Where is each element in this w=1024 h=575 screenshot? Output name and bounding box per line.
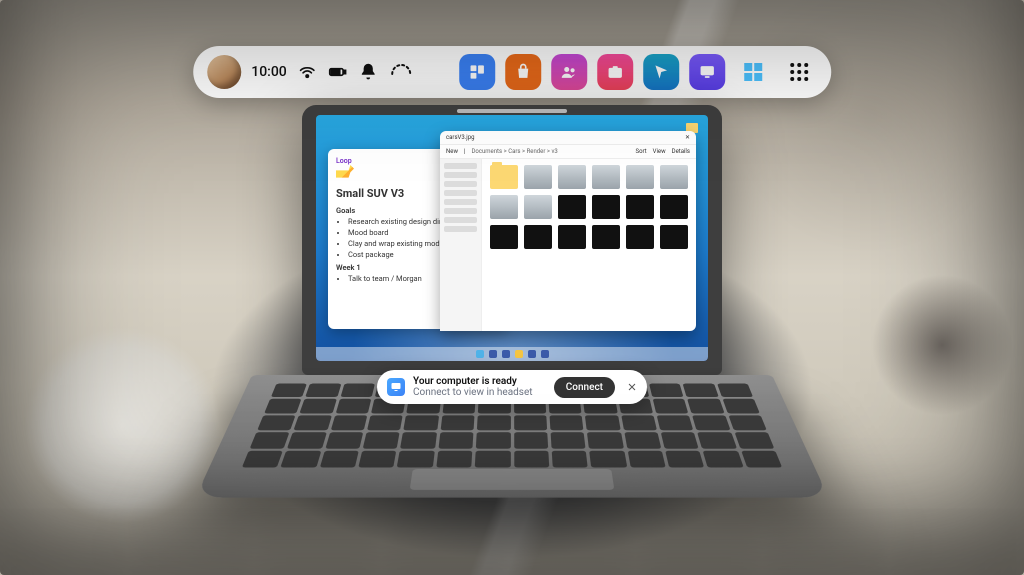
clock[interactable]: 10:00: [251, 64, 287, 80]
app-library[interactable]: [781, 54, 817, 90]
image-thumb[interactable]: [558, 195, 586, 219]
laptop-screen: Loop Small SUV V3 Goals Research existin…: [316, 115, 708, 361]
connect-notification: Your computer is ready Connect to view i…: [377, 370, 647, 404]
toolbar-new[interactable]: New: [446, 148, 458, 155]
monitor-icon: [387, 378, 405, 396]
explorer-nav[interactable]: [440, 159, 482, 331]
laptop-trackpad: [410, 469, 615, 490]
app-cast[interactable]: [689, 54, 725, 90]
image-thumb[interactable]: [660, 225, 688, 249]
toolbar-sort[interactable]: Sort: [636, 148, 647, 155]
image-thumb[interactable]: [524, 225, 552, 249]
image-thumb[interactable]: [592, 225, 620, 249]
window-close-icon[interactable]: ✕: [685, 134, 690, 141]
file-explorer-window[interactable]: carsV3.jpg ✕ New | Documents > Cars > Re…: [440, 131, 696, 331]
boundary-icon[interactable]: [389, 60, 413, 84]
pencil-icon: [336, 165, 354, 183]
app-store[interactable]: [505, 54, 541, 90]
thumbnail-grid: [482, 159, 696, 331]
notification-title: Your computer is ready: [413, 376, 546, 387]
image-thumb[interactable]: [592, 195, 620, 219]
image-thumb[interactable]: [626, 225, 654, 249]
user-avatar[interactable]: [207, 55, 241, 89]
image-thumb[interactable]: [558, 165, 586, 189]
image-thumb[interactable]: [524, 195, 552, 219]
explorer-tab[interactable]: carsV3.jpg: [446, 134, 474, 141]
toolbar-view[interactable]: View: [653, 148, 666, 155]
app-camera[interactable]: [597, 54, 633, 90]
close-icon[interactable]: [623, 378, 641, 396]
toolbar-details[interactable]: Details: [672, 148, 690, 155]
windows-taskbar[interactable]: [316, 347, 708, 361]
image-thumb[interactable]: [558, 225, 586, 249]
folder-thumb[interactable]: [490, 165, 518, 189]
battery-icon[interactable]: [327, 62, 347, 82]
image-thumb[interactable]: [490, 225, 518, 249]
breadcrumb[interactable]: Documents > Cars > Render > v3: [471, 148, 557, 155]
image-thumb[interactable]: [490, 195, 518, 219]
image-thumb[interactable]: [626, 195, 654, 219]
image-thumb[interactable]: [524, 165, 552, 189]
status-segment: 10:00: [207, 55, 417, 89]
image-thumb[interactable]: [592, 165, 620, 189]
connect-button[interactable]: Connect: [554, 377, 615, 398]
notification-subtitle: Connect to view in headset: [413, 387, 546, 398]
vr-system-bar: 10:00: [193, 46, 831, 98]
app-feed[interactable]: [459, 54, 495, 90]
image-thumb[interactable]: [626, 165, 654, 189]
app-browser[interactable]: [643, 54, 679, 90]
notifications-icon[interactable]: [357, 61, 379, 83]
laptop: Loop Small SUV V3 Goals Research existin…: [302, 105, 722, 565]
image-thumb[interactable]: [660, 195, 688, 219]
wifi-icon[interactable]: [297, 62, 317, 82]
app-tray: [459, 54, 817, 90]
app-people[interactable]: [551, 54, 587, 90]
app-windows[interactable]: [735, 54, 771, 90]
image-thumb[interactable]: [660, 165, 688, 189]
